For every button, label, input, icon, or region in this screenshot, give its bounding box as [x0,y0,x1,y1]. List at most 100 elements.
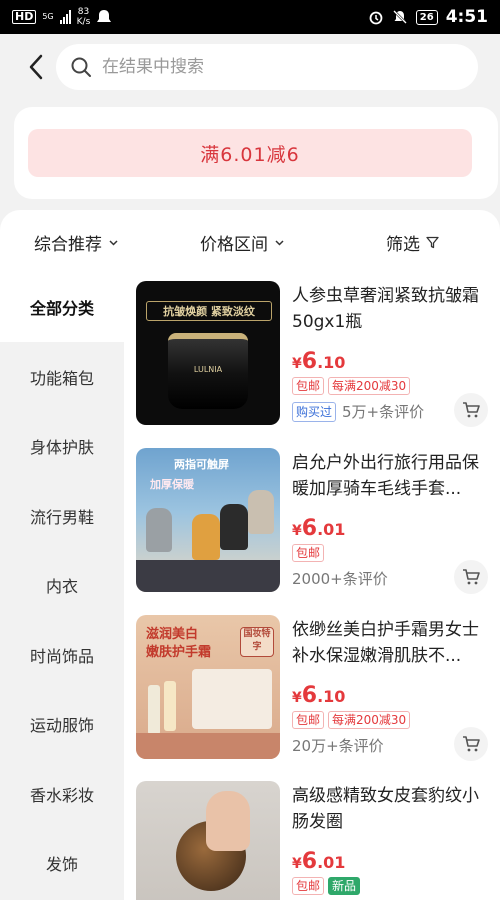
product-image[interactable] [136,781,280,900]
price-decimal: .01 [317,520,346,539]
search-box[interactable] [56,44,478,90]
hand-image [206,791,250,851]
status-bar: HD 5G 83 K/s 26 4:51 [0,0,500,34]
image-background [136,733,280,759]
sidebar-item-all[interactable]: 全部分类 [0,272,124,342]
product-meta: 购买过 5万+条评价 [292,401,424,422]
sort-comprehensive[interactable]: 综合推荐 [34,230,119,255]
product-card[interactable]: 抗皱焕颜 紧致淡纹 LULNIA 人参虫草奢润紧致抗皱霜50gx1瓶 ¥6.10… [136,281,488,427]
product-image[interactable]: 两指可触屏 加厚保暖 [136,448,280,592]
search-icon [71,57,91,77]
product-image-brand: LULNIA [193,365,223,374]
product-meta: 20万+条评价 [292,735,384,756]
cream-tube-image [148,685,160,735]
tag-discount: 每满200减30 [328,377,411,395]
network-speed: 83 K/s [77,7,91,27]
price-symbol: ¥ [292,690,302,706]
product-card[interactable]: 滋润美白 嫩肤护手霜 国妆特字 依缈丝美白护手霜男女士补水保湿嫩滑肌肤不... … [136,615,488,761]
cart-icon [463,736,480,752]
price-integer: 6 [301,516,318,541]
product-image[interactable]: 抗皱焕颜 紧致淡纹 LULNIA [136,281,280,425]
cart-icon [463,569,480,585]
sidebar-item-mens-shoes[interactable]: 流行男鞋 [0,481,124,551]
price-decimal: .10 [317,687,346,706]
sort-comprehensive-label: 综合推荐 [34,235,102,255]
product-price: ¥6.01 [292,516,345,541]
product-card[interactable]: 高级感精致女皮套豹纹小肠发圈 ¥6.01 包邮 新品 [136,781,486,900]
sidebar-item-cosmetics[interactable]: 香水彩妆 [0,759,124,829]
tag-free-shipping: 包邮 [292,544,325,562]
price-decimal: .10 [317,353,346,372]
tag-discount: 每满200减30 [328,711,411,729]
network-type: 5G [42,12,54,21]
product-price: ¥6.10 [292,683,345,708]
image-background [136,560,280,592]
back-arrow-icon[interactable] [22,52,52,82]
sidebar-item-body-care[interactable]: 身体护肤 [0,411,124,481]
speed-value: 83 [77,7,90,17]
tag-new: 新品 [328,877,361,895]
glove-image [220,504,248,550]
battery-icon: 26 [415,9,438,25]
results-panel: 综合推荐 价格区间 筛选 全部分类 功能箱包 身体护肤 流行男鞋 内衣 时尚饰品… [0,210,500,900]
sidebar-item-bags[interactable]: 功能箱包 [0,342,124,412]
price-symbol: ¥ [292,523,302,539]
sort-price-range-label: 价格区间 [200,235,268,255]
price-integer: 6 [301,849,318,874]
product-title: 人参虫草奢润紧致抗皱霜50gx1瓶 [292,286,479,332]
cart-icon [463,402,480,418]
clock: 4:51 [445,7,488,27]
mute-icon [392,10,407,24]
sidebar-item-accessories[interactable]: 时尚饰品 [0,620,124,690]
sidebar-item-sportswear[interactable]: 运动服饰 [0,689,124,759]
price-symbol: ¥ [292,856,302,872]
product-price: ¥6.01 [292,849,345,874]
product-image-caption-2: 嫩肤护手霜 [146,645,212,660]
promo-card: 满6.01减6 [14,107,498,199]
tag-free-shipping: 包邮 [292,377,325,395]
speed-unit: K/s [76,17,91,27]
chevron-down-icon [275,240,284,246]
add-to-cart-button[interactable] [454,560,488,594]
product-meta: 2000+条评价 [292,568,388,589]
product-tags: 包邮 每满200减30 [292,377,411,395]
add-to-cart-button[interactable] [454,727,488,761]
glove-image [192,514,220,560]
product-title: 依缈丝美白护手霜男女士补水保湿嫩滑肌肤不... [292,620,479,666]
price-integer: 6 [301,683,318,708]
glove-image [248,490,274,534]
product-image-caption: 滋润美白 [146,627,199,642]
glove-image [146,508,172,552]
hd-indicator: HD [12,10,37,24]
product-image-caption-2: 加厚保暖 [150,478,194,491]
gift-box-image [192,669,272,729]
sidebar-item-underwear[interactable]: 内衣 [0,550,124,620]
add-to-cart-button[interactable] [454,393,488,427]
filter-button[interactable]: 筛选 [386,230,439,255]
sort-bar: 综合推荐 价格区间 筛选 [0,210,500,272]
product-tags: 包邮 新品 [292,877,361,895]
filter-label: 筛选 [386,235,420,255]
tag-free-shipping: 包邮 [292,711,325,729]
review-count: 20万+条评价 [292,737,384,755]
review-count: 2000+条评价 [292,570,388,588]
price-decimal: .01 [317,853,346,872]
promo-button[interactable]: 满6.01减6 [28,129,472,177]
product-card[interactable]: 两指可触屏 加厚保暖 启允户外出行旅行用品保暖加厚骑车毛线手套... ¥6.01… [136,448,488,594]
alarm-icon [369,11,383,25]
product-image-badge: 国妆特字 [240,627,274,657]
product-price: ¥6.10 [292,349,345,374]
filter-icon [426,236,439,249]
search-header [0,34,500,100]
product-image-caption: 两指可触屏 [174,458,229,471]
product-image-caption: 抗皱焕颜 紧致淡纹 [146,301,272,321]
product-tags: 包邮 [292,544,325,562]
product-image[interactable]: 滋润美白 嫩肤护手霜 国妆特字 [136,615,280,759]
signal-icon [59,10,71,24]
search-input[interactable] [100,56,464,78]
notification-icon [97,10,112,22]
review-count: 5万+条评价 [342,403,425,421]
bought-before-badge: 购买过 [292,401,337,422]
chevron-down-icon [109,240,118,246]
sort-price-range[interactable]: 价格区间 [200,230,285,255]
